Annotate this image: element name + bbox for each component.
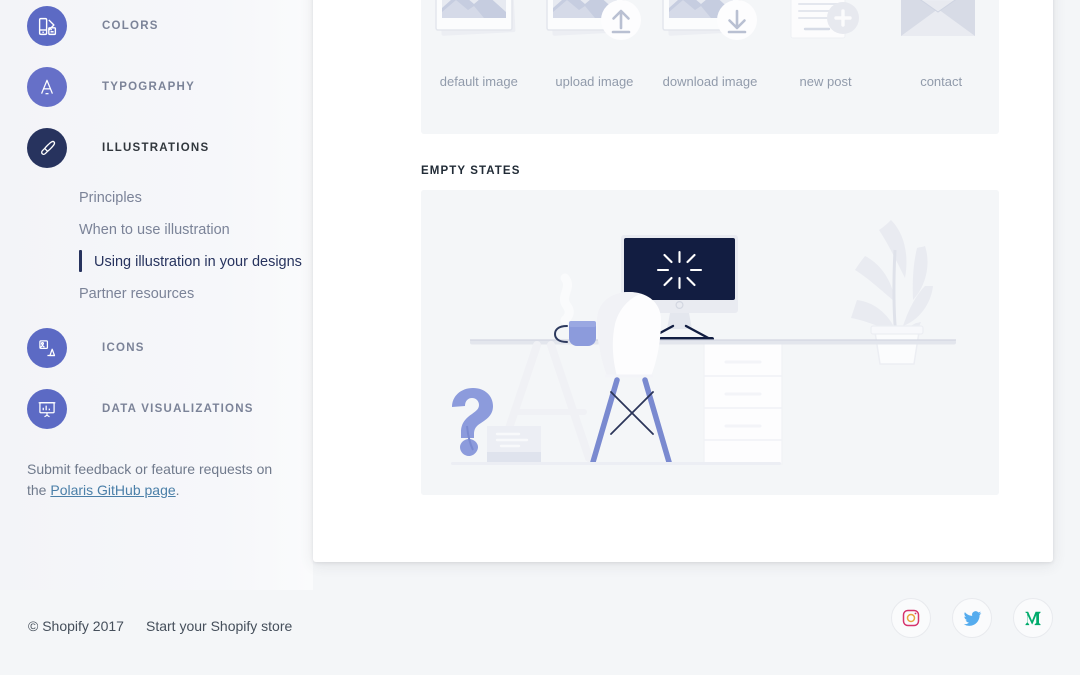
instagram-icon[interactable] [891, 598, 931, 638]
illustration-thumb-new-post[interactable]: new post [768, 0, 884, 134]
sidebar-item-label: ILLUSTRATIONS [102, 142, 210, 154]
palette-icon [27, 6, 67, 46]
section-heading-empty-states: EMPTY STATES [421, 165, 521, 177]
content-card: default image upload image download imag… [313, 0, 1053, 562]
sidebar-subnav: Principles When to use illustration Usin… [0, 182, 313, 310]
sidebar-item-label: TYPOGRAPHY [102, 81, 196, 93]
sidebar-subitem-using-illustration[interactable]: Using illustration in your designs [0, 246, 313, 278]
sidebar-subitem-label: When to use illustration [79, 222, 230, 238]
page-root: COLORS TYPOGRAPHY ILLUSTRATIONS Principl… [0, 0, 1080, 675]
illustration-thumb-default-image[interactable]: default image [421, 0, 537, 134]
desk-workspace-illustration [421, 190, 999, 495]
photo-stack-download-icon [655, 0, 765, 66]
polaris-github-link[interactable]: Polaris GitHub page [50, 482, 175, 498]
open-envelope-icon [886, 0, 996, 66]
illustration-thumb-label: contact [920, 74, 963, 89]
sidebar-subitem-principles[interactable]: Principles [0, 182, 313, 214]
feedback-text: Submit feedback or feature requests on t… [27, 459, 277, 501]
twitter-icon[interactable] [952, 598, 992, 638]
illustrations-panel: default image upload image download imag… [421, 0, 999, 134]
illustration-thumb-label: download image [662, 74, 758, 89]
page-footer: © Shopify 2017 Start your Shopify store [0, 590, 1080, 675]
letter-a-icon [27, 67, 67, 107]
feedback-text-after: . [175, 482, 180, 498]
sidebar-subitem-label: Partner resources [79, 286, 195, 302]
sidebar-item-icons[interactable]: ICONS [27, 328, 313, 368]
sidebar-item-label: DATA VISUALIZATIONS [102, 403, 254, 415]
image-shapes-icon [27, 328, 67, 368]
sidebar-subitem-label: Principles [79, 190, 142, 206]
sidebar-item-label: ICONS [102, 342, 145, 354]
paintbrush-icon [27, 128, 67, 168]
illustration-thumb-label: default image [439, 74, 518, 89]
sidebar-item-illustrations[interactable]: ILLUSTRATIONS [27, 128, 313, 168]
sidebar-subitem-label: Using illustration in your designs [94, 254, 302, 270]
empty-states-panel [421, 190, 999, 495]
sidebar-item-data-visualizations[interactable]: DATA VISUALIZATIONS [27, 389, 313, 429]
sidebar: COLORS TYPOGRAPHY ILLUSTRATIONS Principl… [0, 0, 313, 590]
bar-chart-board-icon [27, 389, 67, 429]
sidebar-subitem-partner-resources[interactable]: Partner resources [0, 278, 313, 310]
sidebar-item-colors[interactable]: COLORS [27, 6, 313, 46]
illustration-thumb-row: default image upload image download imag… [421, 0, 999, 134]
illustration-thumb-contact[interactable]: contact [883, 0, 999, 134]
start-shopify-store-link[interactable]: Start your Shopify store [146, 618, 292, 634]
sidebar-item-typography[interactable]: TYPOGRAPHY [27, 67, 313, 107]
document-plus-icon [771, 0, 881, 66]
illustration-thumb-download-image[interactable]: download image [652, 0, 768, 134]
illustration-thumb-upload-image[interactable]: upload image [537, 0, 653, 134]
sidebar-item-label: COLORS [102, 20, 159, 32]
illustration-thumb-label: new post [799, 74, 852, 89]
medium-icon[interactable] [1013, 598, 1053, 638]
sidebar-subitem-when-to-use[interactable]: When to use illustration [0, 214, 313, 246]
copyright-text: © Shopify 2017 [28, 618, 124, 634]
photo-stack-upload-icon [539, 0, 649, 66]
photo-stack-icon [424, 0, 534, 66]
illustration-thumb-label: upload image [555, 74, 634, 89]
